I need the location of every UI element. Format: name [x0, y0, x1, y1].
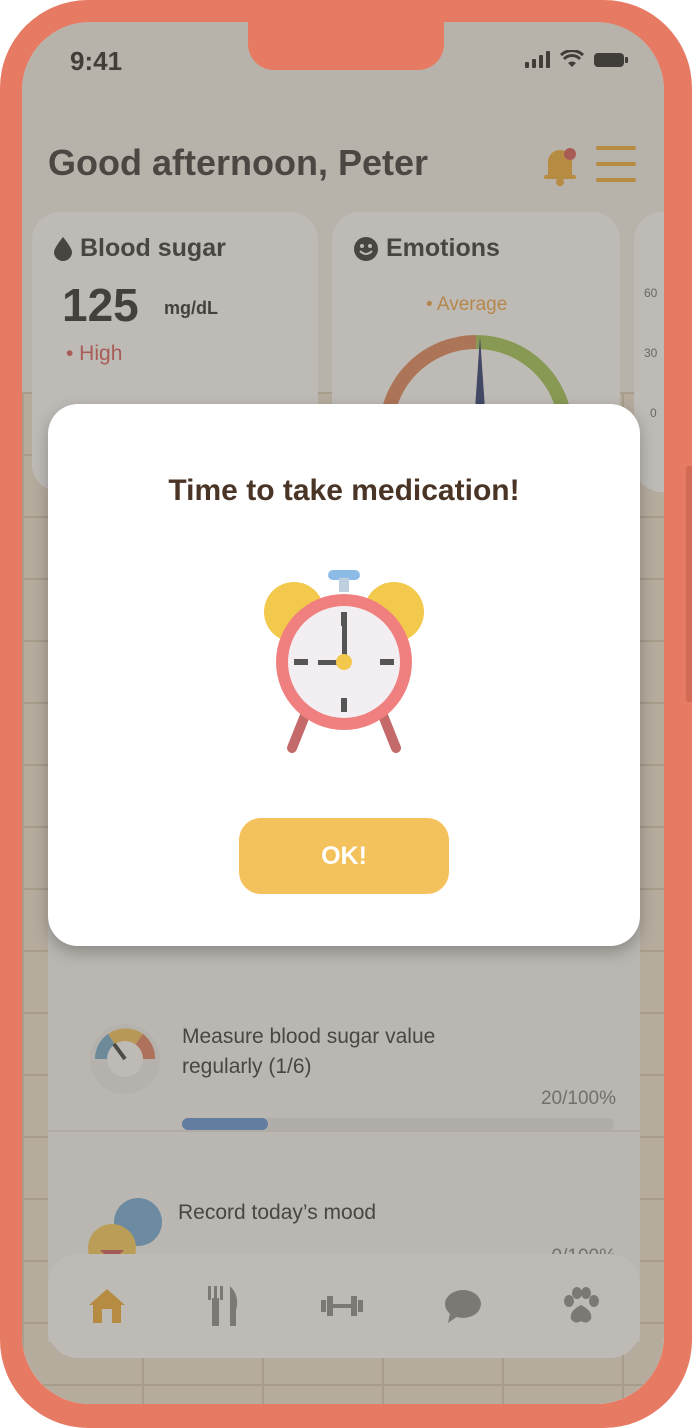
side-button	[686, 466, 692, 702]
phone-frame: 9:41 Good afternoon, Peter Blood sugar 1…	[0, 0, 692, 1428]
screen: 9:41 Good afternoon, Peter Blood sugar 1…	[22, 22, 664, 1404]
modal-title: Time to take medication!	[168, 474, 520, 507]
ok-button[interactable]: OK!	[239, 818, 449, 894]
notch	[248, 22, 444, 70]
alarm-clock-icon	[264, 570, 424, 753]
medication-reminder-modal: Time to take medication! OK!	[48, 404, 640, 946]
